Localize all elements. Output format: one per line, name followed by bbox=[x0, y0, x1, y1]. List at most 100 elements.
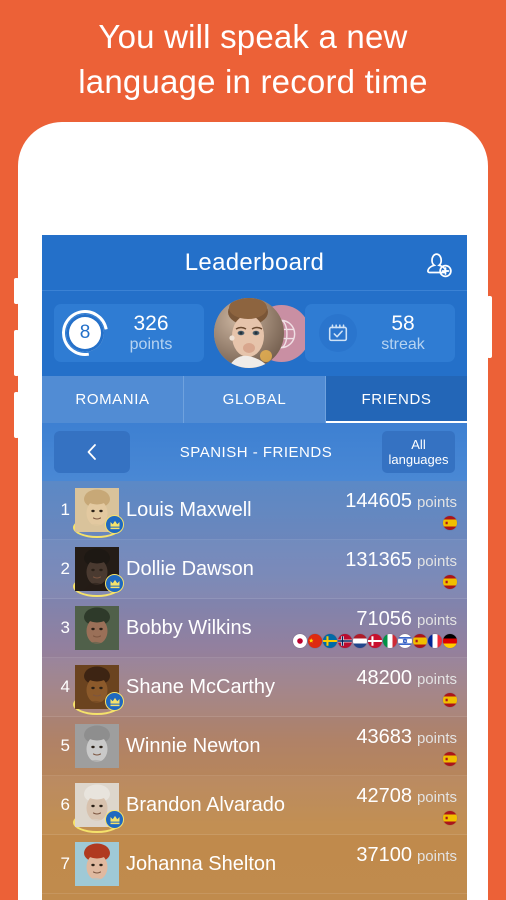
leaderboard-row[interactable]: 4 Shane McCarthy 48200 points bbox=[42, 658, 467, 717]
score-column: 48200 points bbox=[292, 667, 457, 707]
language-flags bbox=[292, 693, 457, 707]
score-column: 37100 points bbox=[292, 844, 457, 884]
leaderboard-row[interactable]: 6 Brandon Alvarado 42708 points bbox=[42, 776, 467, 835]
rank-number: 6 bbox=[60, 795, 70, 814]
filter-bar: SPANISH - FRIENDS All languages bbox=[42, 423, 467, 481]
user-name: Johanna Shelton bbox=[126, 852, 277, 875]
row-avatar-group bbox=[75, 724, 119, 768]
tab-global[interactable]: GLOBAL bbox=[184, 376, 326, 423]
flag-spain-icon bbox=[443, 752, 457, 766]
streak-label: streak bbox=[381, 336, 425, 353]
flag-japan-icon bbox=[293, 634, 307, 648]
score-value: 71056 bbox=[356, 608, 412, 630]
user-name: Shane McCarthy bbox=[126, 675, 275, 698]
promo-headline: You will speak a new language in record … bbox=[0, 14, 506, 104]
row-avatar-group bbox=[75, 547, 124, 593]
score-value: 48200 bbox=[356, 667, 412, 689]
user-name: Dollie Dawson bbox=[126, 557, 254, 580]
user-name: Bobby Wilkins bbox=[126, 616, 252, 639]
rank-number: 2 bbox=[60, 559, 70, 578]
streak-card[interactable]: 58 streak bbox=[305, 304, 455, 362]
score-line: 37100 points bbox=[356, 844, 457, 866]
leaderboard-row[interactable]: 7 Johanna Shelton 37100 points bbox=[42, 835, 467, 894]
score-line: 43683 points bbox=[356, 726, 457, 748]
points-label: points bbox=[416, 553, 457, 570]
navigation-bar: Leaderboard bbox=[42, 235, 467, 291]
user-name: Louis Maxwell bbox=[126, 498, 252, 521]
score-value: 42708 bbox=[356, 785, 412, 807]
flag-denmark-icon bbox=[368, 634, 382, 648]
score-line: 131365 points bbox=[345, 549, 457, 571]
volume-down-button[interactable] bbox=[14, 392, 19, 438]
points-label: points bbox=[416, 848, 457, 865]
level-number: 8 bbox=[79, 322, 91, 343]
row-avatar-group bbox=[75, 488, 124, 534]
flag-germany-icon bbox=[443, 634, 457, 648]
points-card[interactable]: 8 326 points bbox=[52, 300, 204, 366]
flag-sweden-icon bbox=[323, 634, 337, 648]
tab-romania[interactable]: ROMANIA bbox=[42, 376, 184, 423]
score-column: 71056 points bbox=[292, 608, 457, 648]
rank-number: 3 bbox=[60, 618, 70, 637]
leaderboard-row[interactable]: 3 Bobby Wilkins 71056 points bbox=[42, 599, 467, 658]
all-languages-button[interactable]: All languages bbox=[382, 431, 455, 473]
language-flags bbox=[292, 752, 457, 766]
language-flags bbox=[292, 811, 457, 825]
tab-friends[interactable]: FRIENDS bbox=[326, 376, 467, 423]
flag-israel-icon bbox=[398, 634, 412, 648]
streak-value: 58 bbox=[391, 312, 415, 335]
avatar bbox=[75, 724, 119, 772]
leaderboard-row[interactable]: 5 Winnie Newton 43683 points bbox=[42, 717, 467, 776]
flag-spain-icon bbox=[443, 516, 457, 530]
flag-norway-icon bbox=[338, 634, 352, 648]
language-flags bbox=[292, 575, 457, 589]
flag-netherlands-icon bbox=[353, 634, 367, 648]
user-avatar-group[interactable] bbox=[196, 298, 314, 368]
points-label: points bbox=[416, 494, 457, 511]
flag-spain-icon bbox=[413, 634, 427, 648]
app-screen: Leaderboard 8 326 points 58 streak ROMAN… bbox=[42, 235, 467, 900]
power-button[interactable] bbox=[487, 296, 492, 358]
leaderboard-list[interactable]: 1 Louis Maxwell 144605 points 2 Dollie Dawson… bbox=[42, 481, 467, 900]
user-name: Brandon Alvarado bbox=[126, 793, 286, 816]
score-column: 144605 points bbox=[292, 490, 457, 530]
all-languages-line-2: languages bbox=[388, 452, 449, 467]
score-value: 37100 bbox=[356, 844, 412, 866]
crown-badge-icon bbox=[105, 692, 124, 711]
mute-switch-button[interactable] bbox=[14, 278, 19, 304]
volume-up-button[interactable] bbox=[14, 330, 19, 376]
flag-spain-icon bbox=[443, 811, 457, 825]
rank-number: 7 bbox=[60, 854, 70, 873]
rank-number: 5 bbox=[60, 736, 70, 755]
crown-badge-icon bbox=[105, 515, 124, 534]
avatar bbox=[75, 606, 119, 654]
score-column: 42708 points bbox=[292, 785, 457, 825]
stats-bar: 8 326 points 58 streak bbox=[42, 291, 467, 376]
crown-badge-icon bbox=[105, 574, 124, 593]
leaderboard-row[interactable]: 2 Dollie Dawson 131365 points bbox=[42, 540, 467, 599]
score-value: 131365 bbox=[345, 549, 412, 571]
score-line: 42708 points bbox=[356, 785, 457, 807]
leaderboard-tabs: ROMANIA GLOBAL FRIENDS bbox=[42, 376, 467, 423]
calendar-check-icon bbox=[319, 314, 357, 352]
row-avatar-group bbox=[75, 606, 119, 650]
all-languages-line-1: All bbox=[411, 437, 426, 452]
add-friend-icon[interactable] bbox=[417, 247, 455, 281]
chevron-left-icon[interactable] bbox=[54, 431, 130, 473]
headline-line-2: language in record time bbox=[78, 63, 428, 100]
score-line: 71056 points bbox=[356, 608, 457, 630]
points-label: points bbox=[416, 612, 457, 629]
crown-badge-icon bbox=[105, 810, 124, 829]
row-avatar-group bbox=[75, 842, 119, 886]
score-column: 131365 points bbox=[292, 549, 457, 589]
score-value: 43683 bbox=[356, 726, 412, 748]
leaderboard-row[interactable]: 1 Louis Maxwell 144605 points bbox=[42, 481, 467, 540]
streak-text: 58 streak bbox=[357, 312, 455, 354]
level-badge: 8 bbox=[52, 300, 118, 366]
language-flags bbox=[292, 870, 457, 884]
points-label: points bbox=[416, 671, 457, 688]
points-text: 326 points bbox=[104, 312, 204, 354]
points-label: points bbox=[416, 730, 457, 747]
score-column: 43683 points bbox=[292, 726, 457, 766]
score-value: 144605 bbox=[345, 490, 412, 512]
